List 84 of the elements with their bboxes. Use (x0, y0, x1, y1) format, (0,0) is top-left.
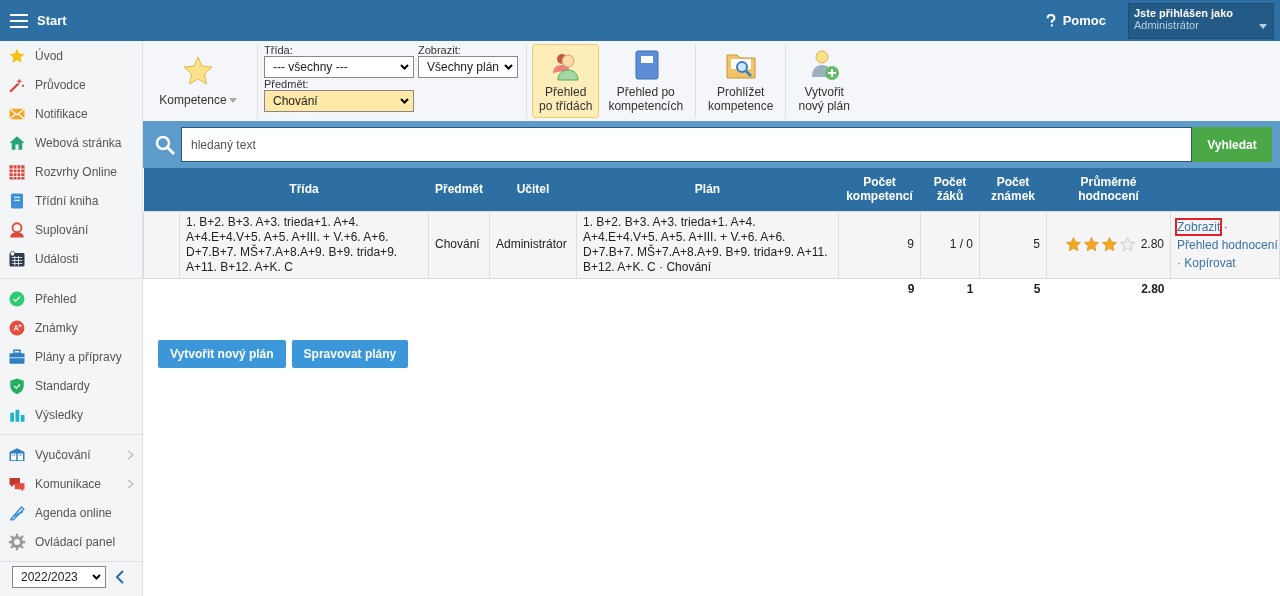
chevron-down-icon (400, 64, 409, 70)
calendar-icon (8, 249, 26, 268)
column-header: Počet žáků (920, 168, 980, 211)
sidebar-item[interactable]: Vyučování (0, 440, 142, 469)
star-filled-icon (1101, 237, 1117, 252)
table-cell: 1. B+2. B+3. A+3. trieda+1. A+4. A+4.E+4.V+5. A+5. A+III. + V.+6. A+6. D+7.B+7. MŠ+7.A+8.A+9. B+9. trida+9. A+11. B+12. A+K. C (179, 211, 429, 278)
pen-icon (8, 503, 26, 522)
sidebar-item[interactable]: Rozvrhy Online (0, 157, 142, 186)
action-link[interactable]: Zobrazit (1177, 219, 1221, 234)
check-circle-icon (8, 289, 26, 308)
sidebar-item[interactable]: Výsledky (0, 400, 142, 429)
table-cell: 1 / 0 (920, 211, 980, 278)
column-header: Průměrné hodnocení (1046, 168, 1171, 211)
column-header: Plán (576, 168, 839, 211)
table-cell: Administrátor (489, 211, 577, 278)
column-header: Učitel (489, 168, 577, 211)
user-name: Administrátor (1134, 18, 1199, 31)
year-select[interactable]: 2022/2023 (12, 566, 106, 588)
column-header: Třída (179, 168, 429, 211)
chevron-down-icon (92, 574, 101, 580)
sidebar-item[interactable]: Přehled (0, 284, 142, 313)
app-title: Start (37, 13, 67, 28)
table-cell: 5 (979, 211, 1047, 278)
menu-icon (10, 13, 28, 28)
calendar-grid-icon (8, 162, 26, 181)
action-link[interactable]: Přehled hodnocení (1177, 237, 1278, 252)
search-field[interactable]: hledaný text (181, 127, 1192, 162)
chevron-right-icon (127, 449, 134, 460)
sidebar-item[interactable]: Třídní kniha (0, 186, 142, 215)
table-cell: 1. B+2. B+3. A+3. trieda+1. A+4. A+4.E+4.V+5. A+5. A+III. + V.+6. A+6. D+7.B+7. MŠ+7.A+8.A+9. B+9. trida+9. A+11. B+12. A+K. C · Chování (576, 211, 839, 278)
table-cell: Chování (428, 211, 490, 278)
sidebar-item[interactable]: Ovládací panel (0, 527, 142, 556)
chevron-right-icon (127, 478, 134, 489)
sidebar-item[interactable]: Průvodce (0, 70, 142, 99)
star-filled-icon (1083, 237, 1099, 252)
chevron-down-icon (504, 64, 513, 70)
column-header: Počet kompetencí (838, 168, 921, 211)
sidebar-item[interactable]: Agenda online (0, 498, 142, 527)
sidebar-item[interactable]: Suplování (0, 215, 142, 244)
filter-select[interactable]: Všechny plán (418, 56, 518, 78)
help-button[interactable]: Pomoc (1044, 13, 1106, 28)
view-button[interactable]: Přehled po třídách (532, 44, 600, 118)
separator-dot: · (1223, 219, 1228, 234)
grade-icon (8, 318, 26, 337)
star-empty-icon (1119, 237, 1135, 252)
sidebar-item[interactable]: Známky (0, 313, 142, 342)
view-button[interactable]: Vytvořit nový plán (791, 44, 857, 118)
user-label: Jste přihlášen jako (1134, 6, 1235, 19)
person-icon (8, 220, 26, 239)
action-link[interactable]: Kopírovat (1184, 255, 1236, 270)
gear-icon (8, 532, 26, 551)
filter-label: Třída: (264, 44, 294, 56)
collapse-icon (116, 570, 124, 584)
separator-dot: · (1177, 255, 1181, 270)
sidebar-item[interactable]: Komunikace (0, 469, 142, 498)
sidebar-item[interactable]: Plány a přípravy (0, 342, 142, 371)
briefcase-icon (8, 347, 26, 366)
filter-select[interactable]: --- všechny --- (264, 56, 414, 78)
table-cell: 9 (838, 211, 921, 278)
search-icon (155, 134, 175, 155)
caret-icon (1259, 23, 1267, 29)
view-button[interactable]: Přehled po kompetencích (601, 44, 691, 118)
help-icon (1044, 13, 1057, 28)
caret-icon (228, 97, 237, 103)
filter-label: Zobrazit: (418, 44, 462, 56)
star-filled-icon (1065, 237, 1081, 252)
sidebar-item[interactable]: Standardy (0, 371, 142, 400)
user-menu[interactable]: Jste přihlášen jako Administrátor (1128, 2, 1274, 39)
column-header: Předmět (428, 168, 490, 211)
sidebar-item[interactable]: Úvod (0, 41, 142, 70)
sidebar-item[interactable]: Webová stránka (0, 128, 142, 157)
shield-icon (8, 376, 26, 395)
menu-button[interactable] (10, 13, 28, 28)
notebook-icon (8, 191, 26, 210)
filter-label: Předmět: (264, 78, 310, 90)
sidebar-item[interactable]: Notifikace (0, 99, 142, 128)
rating-value: 2.80 (1140, 237, 1164, 252)
column-header: Počet známek (979, 168, 1047, 211)
sidebar-item[interactable]: Události (0, 244, 142, 273)
chevron-down-icon (400, 98, 409, 104)
filter-select[interactable]: Chování (264, 90, 414, 112)
view-button[interactable]: Prohlížet kompetence (701, 44, 781, 118)
star-icon (181, 55, 215, 87)
competence-menu[interactable]: Kompetence (143, 44, 253, 118)
